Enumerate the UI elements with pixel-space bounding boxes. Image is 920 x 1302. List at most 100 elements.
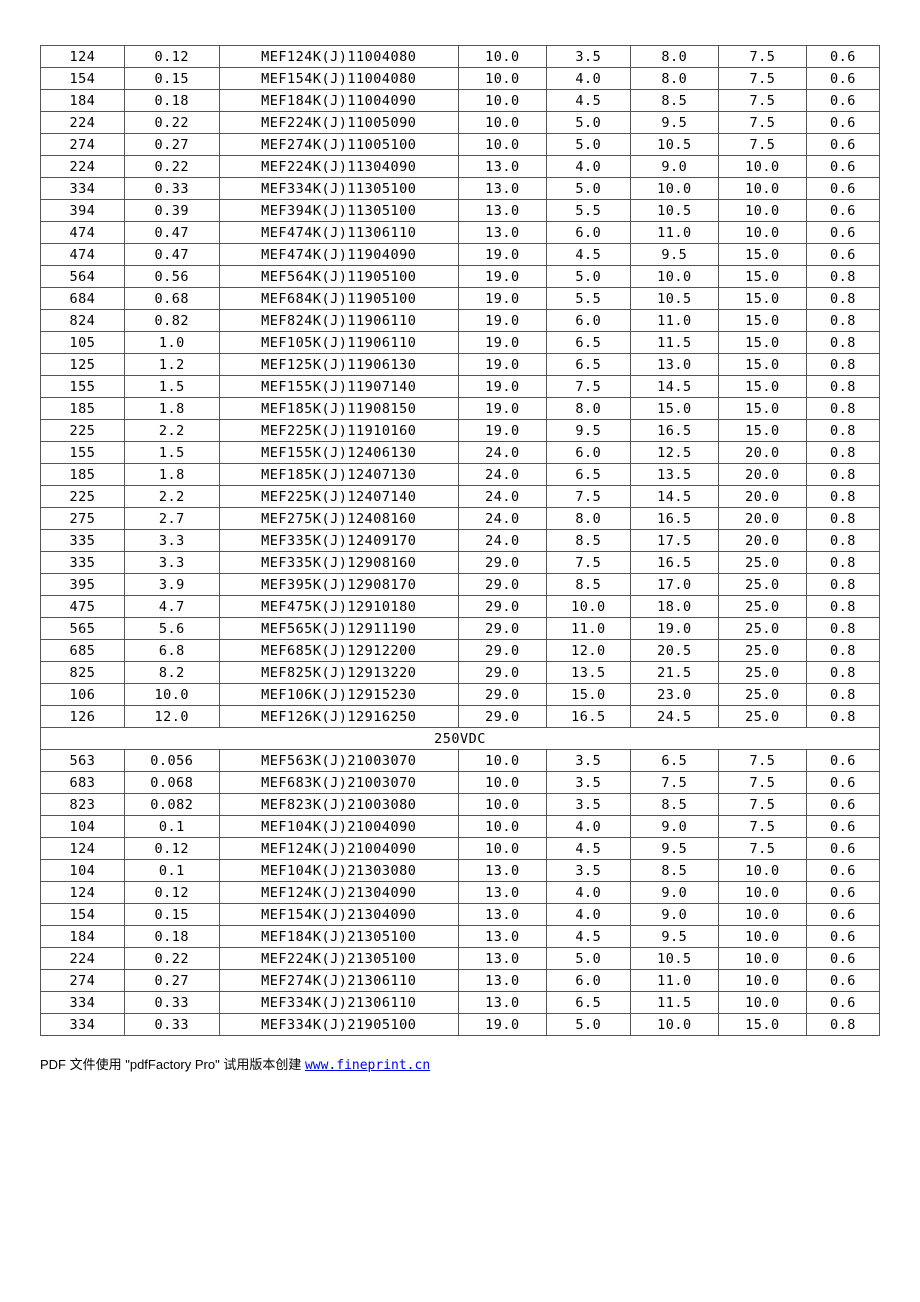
table-cell: 10.0 [458, 90, 546, 112]
table-cell: 7.5 [718, 816, 806, 838]
table-cell: 0.6 [806, 90, 879, 112]
table-cell: 13.5 [630, 464, 718, 486]
table-cell: 7.5 [718, 112, 806, 134]
table-cell: 0.8 [806, 640, 879, 662]
table-cell: MEF125K(J)11906130 [219, 354, 458, 376]
table-cell: 10.0 [630, 178, 718, 200]
table-cell: 24.0 [458, 486, 546, 508]
table-cell: 10.0 [458, 134, 546, 156]
table-cell: 12.0 [546, 640, 630, 662]
table-cell: 3.5 [546, 46, 630, 68]
table-cell: 0.8 [806, 266, 879, 288]
table-cell: 0.8 [806, 398, 879, 420]
table-cell: 7.5 [546, 486, 630, 508]
table-cell: 29.0 [458, 574, 546, 596]
table-cell: 0.6 [806, 750, 879, 772]
pdf-footer: PDF 文件使用 "pdfFactory Pro" 试用版本创建 www.fin… [40, 1054, 880, 1073]
table-cell: 6.0 [546, 970, 630, 992]
table-cell: 1.8 [124, 464, 219, 486]
table-cell: 10.0 [458, 838, 546, 860]
table-cell: 29.0 [458, 640, 546, 662]
table-cell: 0.22 [124, 156, 219, 178]
table-cell: MEF105K(J)11906110 [219, 332, 458, 354]
table-cell: 10.0 [546, 596, 630, 618]
table-cell: 0.8 [806, 618, 879, 640]
table-cell: 474 [41, 222, 125, 244]
table-cell: 0.8 [806, 574, 879, 596]
table-row: 3353.3MEF335K(J)1240917024.08.517.520.00… [41, 530, 880, 552]
table-cell: 25.0 [718, 596, 806, 618]
table-cell: 10.0 [458, 46, 546, 68]
table-cell: 9.5 [630, 244, 718, 266]
table-cell: 29.0 [458, 662, 546, 684]
table-cell: 14.5 [630, 486, 718, 508]
table-cell: 475 [41, 596, 125, 618]
table-cell: MEF124K(J)21004090 [219, 838, 458, 860]
table-cell: 4.5 [546, 838, 630, 860]
table-cell: 0.12 [124, 46, 219, 68]
table-cell: 15.0 [718, 332, 806, 354]
table-row: 4754.7MEF475K(J)1291018029.010.018.025.0… [41, 596, 880, 618]
table-cell: 13.0 [458, 948, 546, 970]
table-row: 2240.22MEF224K(J)1100509010.05.09.57.50.… [41, 112, 880, 134]
table-cell: 0.8 [806, 464, 879, 486]
table-cell: 10.0 [718, 178, 806, 200]
table-cell: 0.12 [124, 838, 219, 860]
table-cell: 0.6 [806, 838, 879, 860]
table-cell: 10.0 [718, 200, 806, 222]
table-cell: 0.15 [124, 68, 219, 90]
table-cell: 564 [41, 266, 125, 288]
table-cell: 10.0 [718, 882, 806, 904]
table-cell: 0.6 [806, 816, 879, 838]
table-cell: 7.5 [718, 838, 806, 860]
table-cell: 24.5 [630, 706, 718, 728]
table-cell: MEF395K(J)12908170 [219, 574, 458, 596]
table-cell: 15.0 [718, 376, 806, 398]
table-cell: MEF394K(J)11305100 [219, 200, 458, 222]
table-cell: MEF104K(J)21303080 [219, 860, 458, 882]
table-cell: MEF184K(J)11004090 [219, 90, 458, 112]
table-cell: 15.0 [718, 398, 806, 420]
table-cell: 563 [41, 750, 125, 772]
table-row: 6840.68MEF684K(J)1190510019.05.510.515.0… [41, 288, 880, 310]
table-cell: 15.0 [718, 1014, 806, 1036]
table-cell: MEF225K(J)11910160 [219, 420, 458, 442]
table-cell: MEF334K(J)21905100 [219, 1014, 458, 1036]
table-row: 1251.2MEF125K(J)1190613019.06.513.015.00… [41, 354, 880, 376]
table-cell: 823 [41, 794, 125, 816]
table-cell: 10.0 [630, 266, 718, 288]
table-cell: 25.0 [718, 574, 806, 596]
table-cell: 13.0 [458, 200, 546, 222]
table-cell: 15.0 [718, 288, 806, 310]
table-cell: 5.5 [546, 288, 630, 310]
table-cell: 0.8 [806, 706, 879, 728]
table-cell: 104 [41, 816, 125, 838]
table-cell: 7.5 [718, 750, 806, 772]
table-cell: 11.0 [630, 222, 718, 244]
table-row: 1851.8MEF185K(J)1190815019.08.015.015.00… [41, 398, 880, 420]
table-cell: 125 [41, 354, 125, 376]
table-cell: MEF825K(J)12913220 [219, 662, 458, 684]
table-cell: 1.5 [124, 376, 219, 398]
table-cell: 15.0 [718, 310, 806, 332]
table-cell: 24.0 [458, 508, 546, 530]
table-cell: MEF334K(J)11305100 [219, 178, 458, 200]
table-cell: 13.0 [458, 156, 546, 178]
table-cell: 474 [41, 244, 125, 266]
footer-link[interactable]: www.fineprint.cn [305, 1058, 430, 1073]
table-cell: 0.8 [806, 596, 879, 618]
table-cell: 10.0 [630, 1014, 718, 1036]
table-row: 1040.1MEF104K(J)2100409010.04.09.07.50.6 [41, 816, 880, 838]
table-cell: 4.7 [124, 596, 219, 618]
table-cell: 185 [41, 464, 125, 486]
table-cell: 0.8 [806, 486, 879, 508]
table-cell: 19.0 [458, 376, 546, 398]
table-cell: 4.0 [546, 904, 630, 926]
table-cell: MEF824K(J)11906110 [219, 310, 458, 332]
table-cell: 10.0 [718, 970, 806, 992]
table-cell: 0.33 [124, 1014, 219, 1036]
table-cell: 0.8 [806, 442, 879, 464]
table-cell: 0.18 [124, 926, 219, 948]
table-cell: 0.68 [124, 288, 219, 310]
table-cell: 5.0 [546, 1014, 630, 1036]
